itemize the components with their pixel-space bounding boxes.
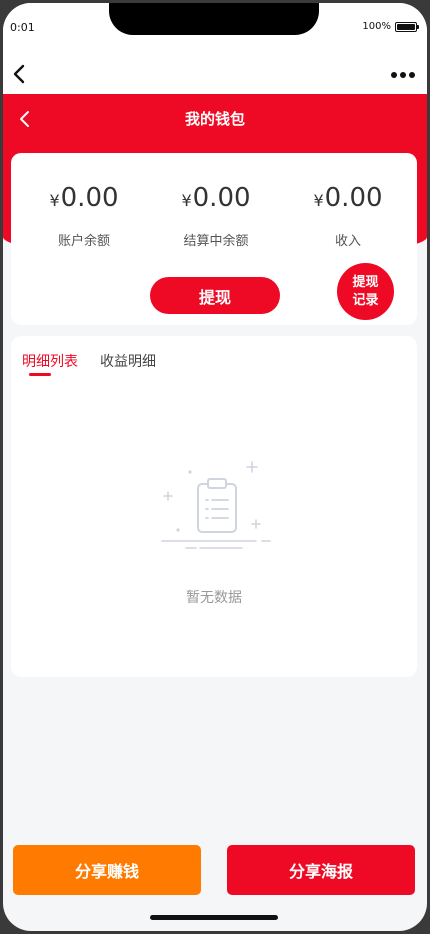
share-poster-button[interactable]: 分享海报 — [227, 845, 415, 895]
settling-balance-label: 结算中余额 — [183, 234, 249, 249]
settling-balance-stat: ¥0.00 结算中余额 — [151, 181, 281, 249]
clipboard-icon — [161, 461, 271, 549]
battery-percent: 100% — [362, 21, 391, 32]
status-time: 0:01 — [10, 21, 35, 34]
details-tabs: 明细列表 收益明细 — [22, 351, 156, 383]
phone-screen: 0:01 100% 我的钱包 ¥0.00 账户余额 ¥0.00 结算中余额 ¥0… — [3, 3, 427, 931]
settling-balance-value: ¥0.00 — [181, 183, 251, 213]
income-stat: ¥0.00 收入 — [283, 181, 413, 249]
empty-state-text: 暂无数据 — [186, 590, 242, 606]
income-value: ¥0.00 — [313, 183, 383, 213]
page-title: 我的钱包 — [184, 110, 245, 128]
account-balance-label: 账户余额 — [57, 234, 110, 249]
home-indicator — [150, 915, 278, 920]
status-bar: 0:01 100% — [3, 3, 427, 53]
details-card: 明细列表 收益明细 暂无数据 — [11, 336, 417, 677]
withdraw-button[interactable]: 提现 — [150, 277, 280, 314]
balance-card: ¥0.00 账户余额 ¥0.00 结算中余额 ¥0.00 收入 提现 提现 记录 — [11, 153, 417, 325]
account-balance-stat: ¥0.00 账户余额 — [19, 181, 149, 249]
chevron-left-icon[interactable] — [11, 64, 29, 84]
active-tab-indicator — [29, 373, 51, 376]
battery-indicator: 100% — [362, 21, 419, 32]
share-earn-button[interactable]: 分享赚钱 — [13, 845, 201, 895]
browser-nav-bar — [3, 53, 427, 94]
tab-detail-list[interactable]: 明细列表 — [22, 351, 78, 383]
withdraw-record-button[interactable]: 提现 记录 — [337, 263, 394, 320]
device-notch — [109, 3, 319, 35]
tab-earnings-detail[interactable]: 收益明细 — [100, 351, 156, 383]
withdraw-record-label-line1: 提现 — [352, 274, 379, 290]
account-balance-value: ¥0.00 — [49, 183, 119, 213]
income-label: 收入 — [334, 234, 361, 249]
withdraw-record-label-line2: 记录 — [352, 292, 379, 308]
battery-icon — [395, 21, 419, 32]
more-dots-icon[interactable] — [391, 65, 415, 85]
